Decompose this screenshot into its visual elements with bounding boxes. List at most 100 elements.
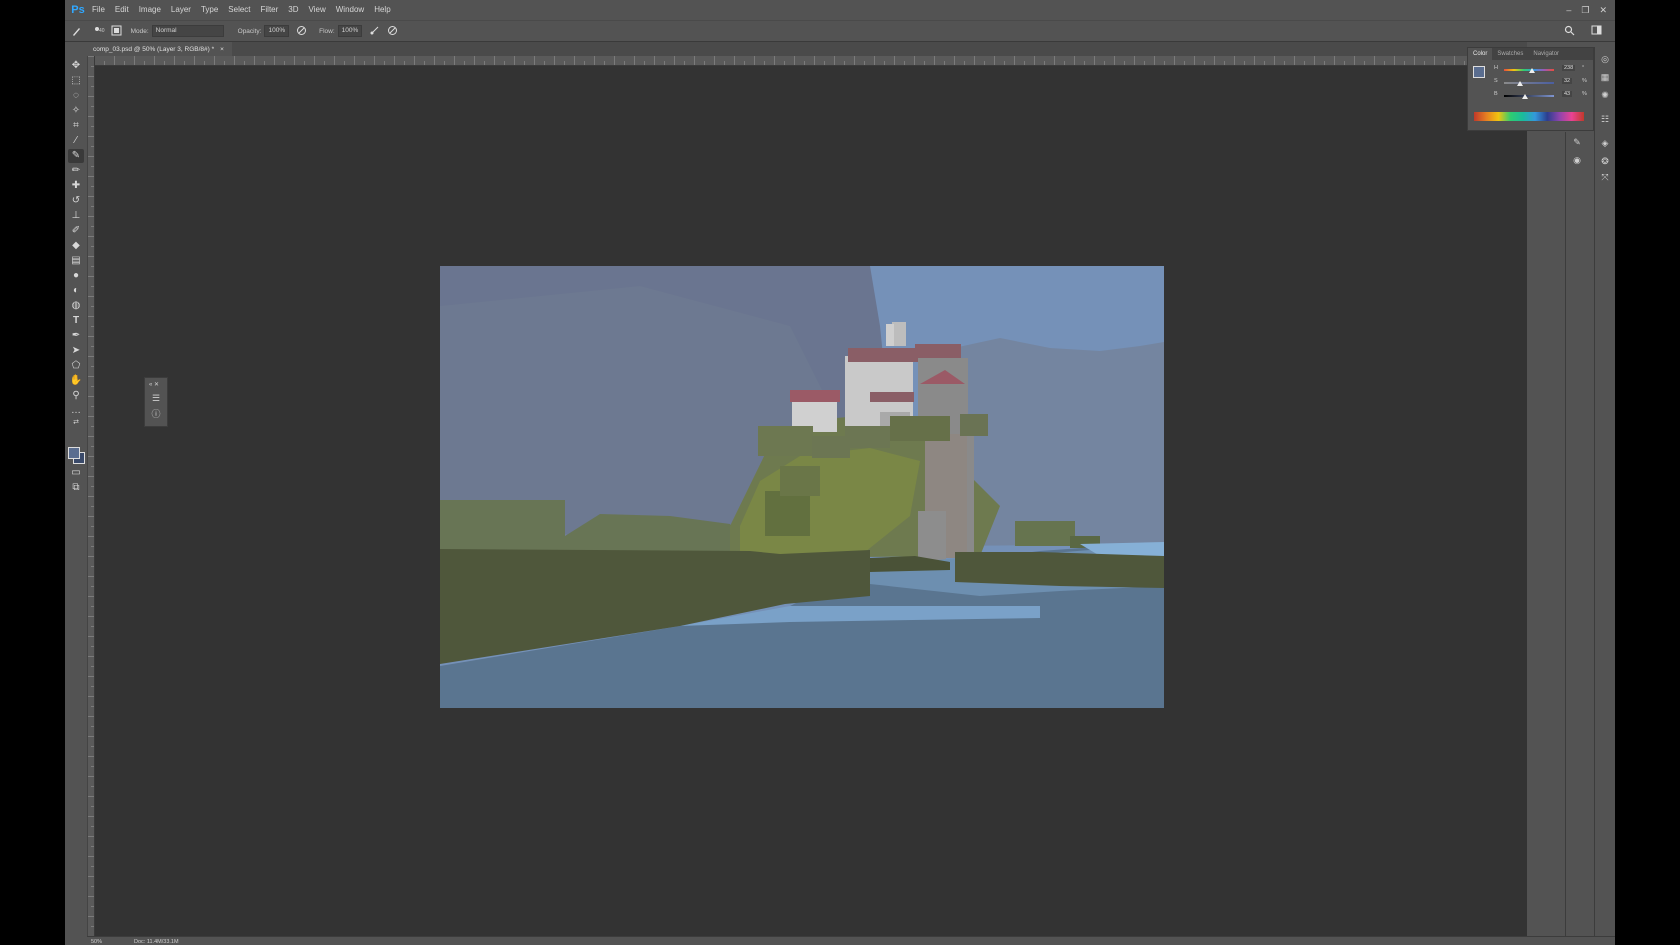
eraser-icon[interactable]: ◆ [68,239,84,253]
history-brush-icon[interactable]: ↺ [68,194,84,208]
saturation-track[interactable] [1504,82,1554,84]
blur-icon[interactable]: ● [68,269,84,283]
close-tab-icon[interactable]: × [220,46,224,53]
ruler-tick [91,546,94,547]
menu-select[interactable]: Select [223,0,255,20]
brush-preset-icon[interactable] [71,25,83,37]
color-spectrum-bar[interactable] [1474,112,1584,121]
flow-field[interactable]: 100% [337,25,363,37]
document-info[interactable]: Doc: 11.4M/33.1M [134,939,179,945]
document-canvas[interactable] [440,266,1164,708]
pressure-opacity-icon[interactable] [295,25,307,37]
collapse-panel-icon[interactable]: « ✕ [147,382,161,388]
type-tool-icon[interactable]: T [68,314,84,328]
more-tools-icon[interactable]: … [68,404,84,418]
brush-panel-toggle-icon[interactable] [111,25,123,37]
mode-select[interactable]: Normal [151,25,224,37]
menu-help[interactable]: Help [369,0,395,20]
ruler-tick [1224,61,1225,65]
shape-tool-icon[interactable]: ⬠ [68,359,84,373]
pressure-size-icon[interactable] [386,25,398,37]
tab-color[interactable]: Color [1468,48,1493,60]
gradient-icon[interactable]: ▤ [68,254,84,268]
brightness-slider[interactable]: B 43 % [1490,91,1587,101]
menu-window[interactable]: Window [331,0,369,20]
properties-icon[interactable]: ☷ [1598,113,1612,125]
ruler-tick [87,256,94,257]
sponge-icon[interactable]: ◍ [68,299,84,313]
close-button[interactable]: ✕ [1599,5,1607,16]
pencil-icon[interactable]: ✏ [68,164,84,178]
minimize-button[interactable]: – [1566,5,1571,15]
zoom-level[interactable]: 50% [91,939,102,945]
menu-file[interactable]: File [87,0,110,20]
layer-comps-icon[interactable]: ☰ [149,392,163,404]
layers-icon[interactable]: ◈ [1598,137,1612,149]
workspace-switcher-icon[interactable] [1591,25,1603,37]
screen-mode-icon[interactable]: ⧉ [68,481,84,495]
hue-value[interactable]: 238 [1562,65,1576,71]
info-icon[interactable]: ⓘ [149,408,163,420]
dodge-icon[interactable]: ◐ [68,284,84,298]
panel-foreground-swatch[interactable] [1473,66,1485,78]
brightness-value[interactable]: 43 [1562,91,1573,97]
ruler-tick [87,876,94,877]
menu-layer[interactable]: Layer [166,0,196,20]
search-icon[interactable] [1563,25,1575,37]
histogram-icon[interactable]: ▦ [1598,71,1612,83]
adjustments-icon[interactable]: ✺ [1598,89,1612,101]
horizontal-ruler[interactable] [94,56,1527,66]
brush-tool-icon[interactable]: ✎ [68,149,84,163]
ruler-tick [87,816,94,817]
brightness-thumb[interactable] [1522,94,1528,99]
menu-image[interactable]: Image [134,0,166,20]
lasso-tool-icon[interactable]: ◌ [68,89,84,103]
magic-wand-icon[interactable]: ✧ [68,104,84,118]
airbrush-icon[interactable] [368,25,380,37]
channels-icon[interactable]: ❂ [1598,155,1612,167]
ruler-tick [1394,56,1395,65]
navigator-icon[interactable]: ◎ [1598,53,1612,65]
brush-settings-icon[interactable]: ✎ [1570,136,1584,148]
ruler-tick [454,56,455,65]
saturation-value[interactable]: 32 [1562,78,1573,84]
opacity-field[interactable]: 100% [264,25,290,37]
path-select-icon[interactable]: ➤ [68,344,84,358]
ruler-tick [1124,61,1125,65]
pen-tool-icon[interactable]: ✒ [68,329,84,343]
crop-tool-icon[interactable]: ⌗ [68,119,84,133]
menu-3d[interactable]: 3D [283,0,303,20]
swap-colors-icon[interactable]: ⇄ [68,418,84,428]
restore-button[interactable]: ❐ [1581,5,1589,16]
canvas-workspace[interactable] [95,66,1527,936]
foreground-color-swatch[interactable] [68,447,80,459]
stamp-tool-icon[interactable]: ⊥ [68,209,84,223]
hue-slider[interactable]: H 238 ° [1490,65,1586,75]
menu-filter[interactable]: Filter [256,0,284,20]
brightness-track[interactable] [1504,95,1554,97]
saturation-thumb[interactable] [1517,81,1523,86]
ruler-tick [874,56,875,65]
marquee-tool-icon[interactable]: ⬚ [68,74,84,88]
brush-presets-icon[interactable]: ◉ [1570,154,1584,166]
hand-tool-icon[interactable]: ✋ [68,374,84,388]
zoom-tool-icon[interactable]: ⚲ [68,389,84,403]
ruler-tick [91,846,94,847]
art-history-icon[interactable]: ✐ [68,224,84,238]
vertical-ruler[interactable] [87,56,95,936]
menu-view[interactable]: View [304,0,331,20]
menu-edit[interactable]: Edit [110,0,134,20]
document-tab[interactable]: comp_03.psd @ 50% (Layer 3, RGB/8#) * × [87,42,232,56]
healing-brush-icon[interactable]: ✚ [68,179,84,193]
tab-navigator[interactable]: Navigator [1528,48,1564,60]
eyedropper-icon[interactable]: ⁄ [68,134,84,148]
tab-swatches[interactable]: Swatches [1492,48,1528,60]
floating-mini-panel[interactable]: « ✕ ☰ ⓘ [144,377,168,427]
paths-icon[interactable]: ⤧ [1598,171,1612,183]
saturation-slider[interactable]: S 32 % [1490,78,1587,88]
hue-thumb[interactable] [1529,68,1535,73]
ruler-tick [784,61,785,65]
menu-type[interactable]: Type [196,0,223,20]
move-tool-icon[interactable]: ✥ [68,59,84,73]
quick-mask-icon[interactable]: ▭ [68,466,84,480]
